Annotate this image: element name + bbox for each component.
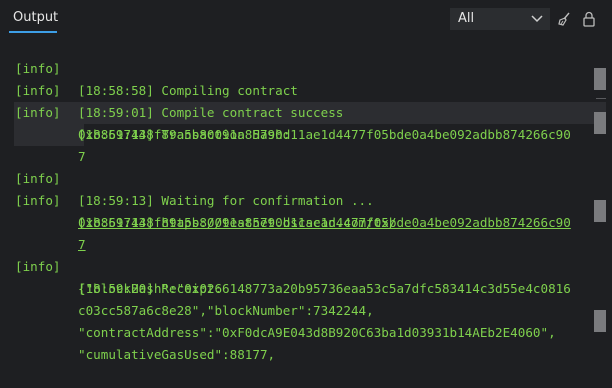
explorer-link-cont[interactable]: 0xb8617448f89a5b80091a85790d11ae1d4477f0… (78, 212, 571, 234)
log-message: [18:58:58] Compiling contract (78, 83, 298, 98)
log-filter-value: All (458, 11, 475, 26)
scrollbar-thumb[interactable] (594, 200, 606, 222)
tab-output[interactable]: Output (13, 10, 58, 25)
transaction-hash-cont: 7 (78, 149, 86, 164)
output-panel-header: Output All (0, 0, 612, 36)
lock-icon[interactable] (580, 10, 598, 28)
log-row: [info] [18:59:13] Transaction Hash: (0, 80, 290, 142)
log-row: "cumulativeGasUsed":88177, (0, 322, 275, 362)
broom-icon[interactable] (556, 10, 574, 28)
chevron-down-icon (531, 15, 543, 23)
log-row: 0xb8617448f89a5b80091a85790d11ae1d4477f0… (0, 190, 571, 230)
transaction-hash: 0xb8617448f89a5b80091a85790d11ae1d4477f0… (78, 127, 571, 142)
log-row: 7 (0, 212, 86, 252)
log-row: [info] [18:59:13] https://testnet.bscsca… (0, 168, 396, 230)
scrollbar-thumb[interactable] (594, 68, 606, 90)
log-filter-select[interactable]: All (450, 8, 550, 30)
receipt-json: "cumulativeGasUsed":88177, (78, 347, 276, 362)
log-row: c03cc587a6c8e28","blockNumber":7342244, (0, 278, 374, 318)
log-message: [18:59:01] Compile contract success (78, 105, 344, 120)
log-row: [info] [18:59:13] Waiting for confirmati… (0, 146, 374, 208)
vertical-scrollbar[interactable] (594, 36, 608, 342)
output-log: [info] [18:58:58] Compiling contract [in… (0, 36, 612, 362)
receipt-json: "contractAddress":"0xF0dcA9E043d8B920C63… (78, 325, 556, 340)
log-message: [18:59:13] Waiting for confirmation ... (78, 193, 374, 208)
scrollbar-marker (596, 98, 606, 99)
scrollbar-thumb[interactable] (594, 310, 606, 332)
scrollbar-thumb[interactable] (594, 112, 606, 134)
log-row: [info] [18:59:20] Receipt: (0, 234, 222, 296)
log-row: [info] [18:59:01] Compile contract succe… (0, 58, 343, 120)
log-row: 0xb8617448f89a5b80091a85790d11ae1d4477f0… (0, 102, 571, 142)
receipt-json: c03cc587a6c8e28","blockNumber":7342244, (78, 303, 374, 318)
explorer-link-cont[interactable]: 7 (78, 234, 86, 256)
log-row: 7 (0, 124, 86, 164)
log-row: "contractAddress":"0xF0dcA9E043d8B920C63… (0, 300, 556, 340)
log-row: [info] [18:58:58] Compiling contract (0, 36, 298, 98)
log-row: {"blockHash":"0x0266148773a20b95736eaa53… (0, 256, 571, 296)
receipt-json: {"blockHash":"0x0266148773a20b95736eaa53… (78, 281, 571, 296)
active-tab-indicator (9, 31, 57, 33)
